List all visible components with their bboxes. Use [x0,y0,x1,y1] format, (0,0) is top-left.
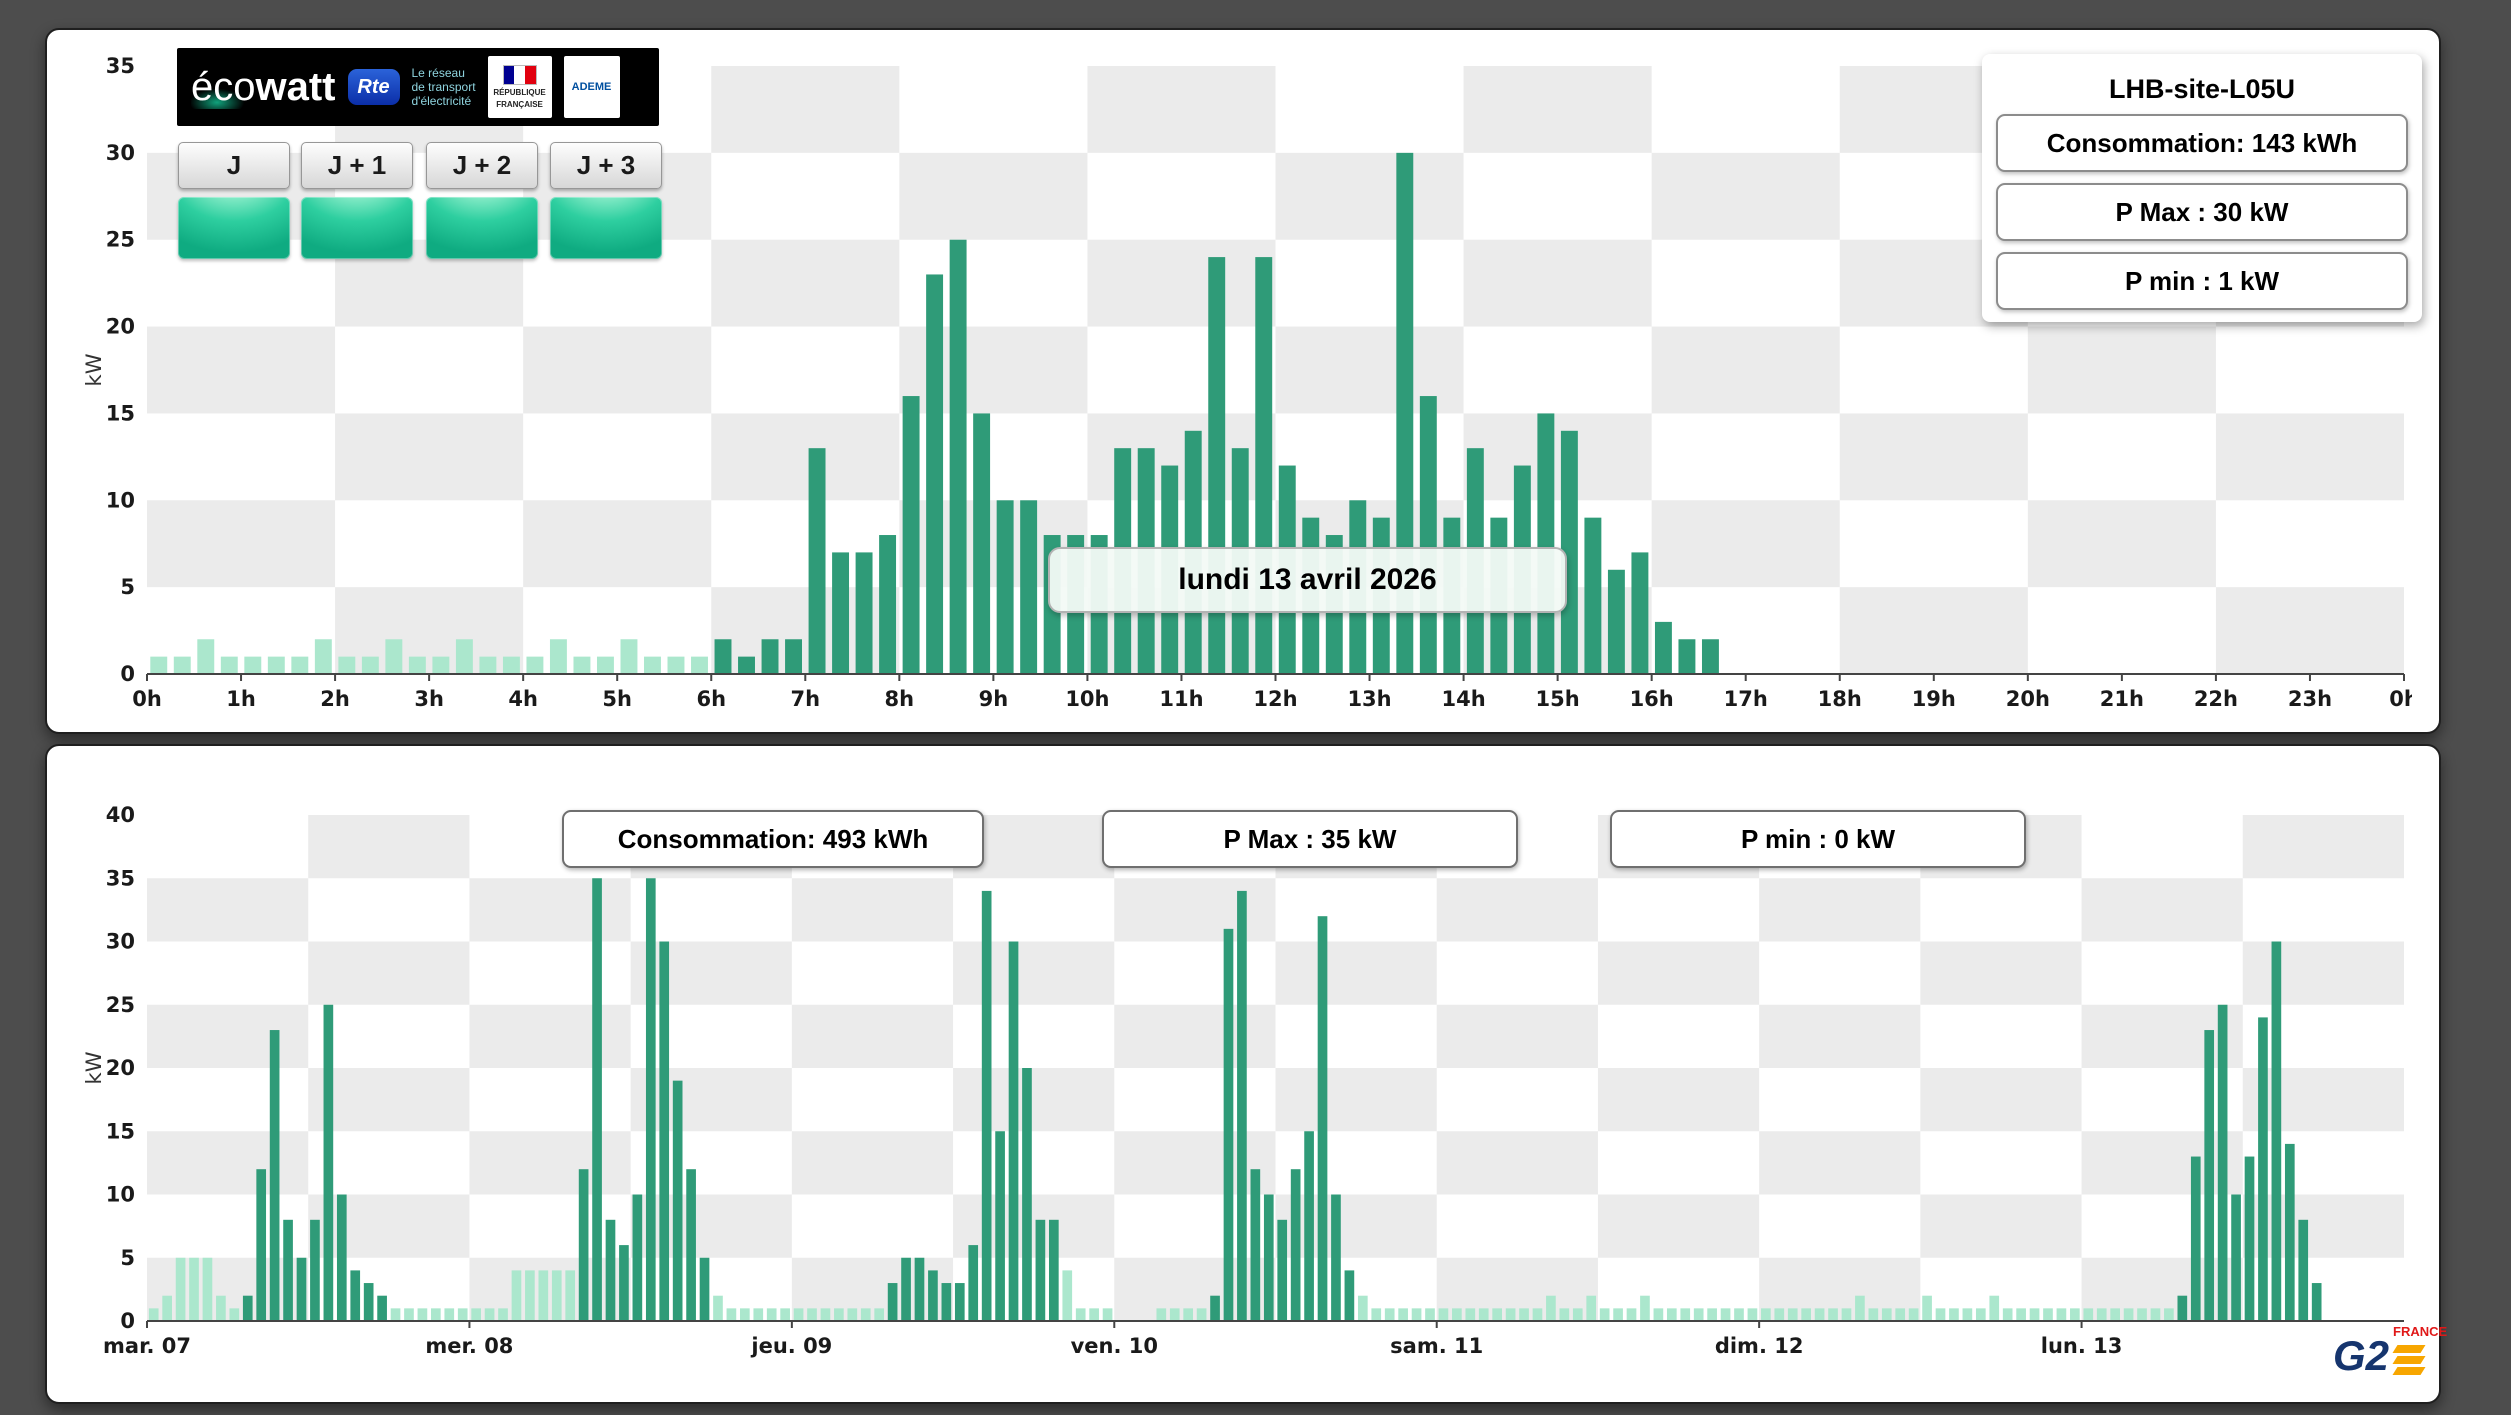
svg-text:0: 0 [120,662,135,686]
svg-text:5h: 5h [602,687,632,711]
svg-text:35: 35 [106,866,135,890]
site-stats-card: LHB-site-L05U Consommation: 143 kWh P Ma… [1982,54,2422,322]
svg-text:12h: 12h [1253,687,1297,711]
ademe-logo: ADEME [563,56,620,118]
lightning-icon [2392,1342,2426,1378]
svg-text:9h: 9h [979,687,1009,711]
day-button-j2[interactable]: J + 2 [426,142,538,189]
rte-logo: Rte [347,69,400,105]
svg-text:10: 10 [106,488,135,512]
svg-text:6h: 6h [696,687,726,711]
svg-text:20: 20 [106,315,135,339]
svg-text:25: 25 [106,228,135,252]
day-button-j3[interactable]: J + 3 [550,142,662,189]
svg-text:8h: 8h [885,687,915,711]
svg-text:4h: 4h [508,687,538,711]
svg-text:16h: 16h [1630,687,1674,711]
svg-text:21h: 21h [2100,687,2144,711]
svg-text:18h: 18h [1818,687,1862,711]
daily-pmax-stat: P Max : 30 kW [1996,183,2408,241]
daily-pmin-stat: P min : 1 kW [1996,252,2408,310]
weekly-chart-panel: 0 5 10 15 20 25 30 35 40 mar. 07 mer. 08 jeu. 09 ven… [45,744,2447,1404]
svg-text:dim. 12: dim. 12 [1715,1334,1804,1358]
svg-text:14h: 14h [1441,687,1485,711]
ecowatt-signal-tile-j1[interactable] [301,197,413,259]
svg-text:ven. 10: ven. 10 [1071,1334,1158,1358]
svg-text:35: 35 [106,54,135,78]
rte-tagline: Le réseau de transport d'électricité [411,66,476,108]
weekly-consumption-chart[interactable]: 0 5 10 15 20 25 30 35 40 mar. 07 mer. 08 jeu. 09 ven… [85,803,2412,1365]
french-flag-icon [502,65,537,85]
svg-text:15: 15 [106,401,135,425]
svg-text:22h: 22h [2194,687,2238,711]
svg-text:mar. 07: mar. 07 [103,1334,191,1358]
svg-text:20h: 20h [2006,687,2050,711]
svg-text:3h: 3h [414,687,444,711]
svg-text:jeu. 09: jeu. 09 [750,1334,832,1358]
svg-text:23h: 23h [2288,687,2332,711]
svg-text:13h: 13h [1347,687,1391,711]
ecowatt-signal-tile-j[interactable] [178,197,290,259]
svg-text:15: 15 [106,1119,135,1143]
svg-text:0h: 0h [132,687,162,711]
svg-text:25: 25 [106,993,135,1017]
svg-text:lun. 13: lun. 13 [2041,1334,2123,1358]
svg-text:7h: 7h [791,687,821,711]
daily-chart-panel: 0 5 10 15 20 25 30 35 0h 1h 2h 3h 4h 5h 6h 7h 8h 9h 10h 11h… [45,28,2441,734]
ecowatt-signal-tile-j2[interactable] [426,197,538,259]
svg-text:15h: 15h [1536,687,1580,711]
svg-text:0: 0 [120,1309,135,1333]
svg-text:kW: kW [85,353,106,386]
svg-text:30: 30 [106,930,135,954]
ecowatt-signal-tile-j3[interactable] [550,197,662,259]
svg-text:0h: 0h [2389,687,2412,711]
weekly-pmin-stat: P min : 0 kW [1610,810,2026,868]
svg-text:5: 5 [120,1246,135,1270]
ecowatt-wordmark: écowatt [191,65,336,109]
svg-text:mer. 08: mer. 08 [425,1334,513,1358]
republique-francaise-logo: RÉPUBLIQUE FRANÇAISE [487,56,552,118]
weekly-pmax-stat: P Max : 35 kW [1102,810,1518,868]
day-button-j[interactable]: J [178,142,290,189]
svg-text:kW: kW [85,1051,106,1084]
day-button-j1[interactable]: J + 1 [301,142,413,189]
svg-text:11h: 11h [1159,687,1203,711]
svg-text:20: 20 [106,1056,135,1080]
ecowatt-logo: écowatt Rte Le réseau de transport d'éle… [177,48,659,126]
g2e-logo: G2 FRANCE [2333,1324,2447,1388]
date-tooltip: lundi 13 avril 2026 [1048,547,1567,613]
svg-text:19h: 19h [1912,687,1956,711]
site-title: LHB-site-L05U [2108,74,2296,104]
svg-text:30: 30 [106,141,135,165]
g2e-wordmark: G2 [2333,1332,2390,1379]
svg-text:sam. 11: sam. 11 [1390,1334,1483,1358]
svg-text:17h: 17h [1724,687,1768,711]
svg-text:2h: 2h [320,687,350,711]
svg-text:1h: 1h [226,687,256,711]
daily-consumption-stat: Consommation: 143 kWh [1996,114,2408,172]
svg-text:10h: 10h [1065,687,1109,711]
g2e-france-label: FRANCE [2393,1324,2448,1339]
weekly-consumption-stat: Consommation: 493 kWh [562,810,984,868]
svg-text:40: 40 [106,803,135,827]
svg-text:10: 10 [106,1183,135,1207]
svg-text:5: 5 [120,575,135,599]
